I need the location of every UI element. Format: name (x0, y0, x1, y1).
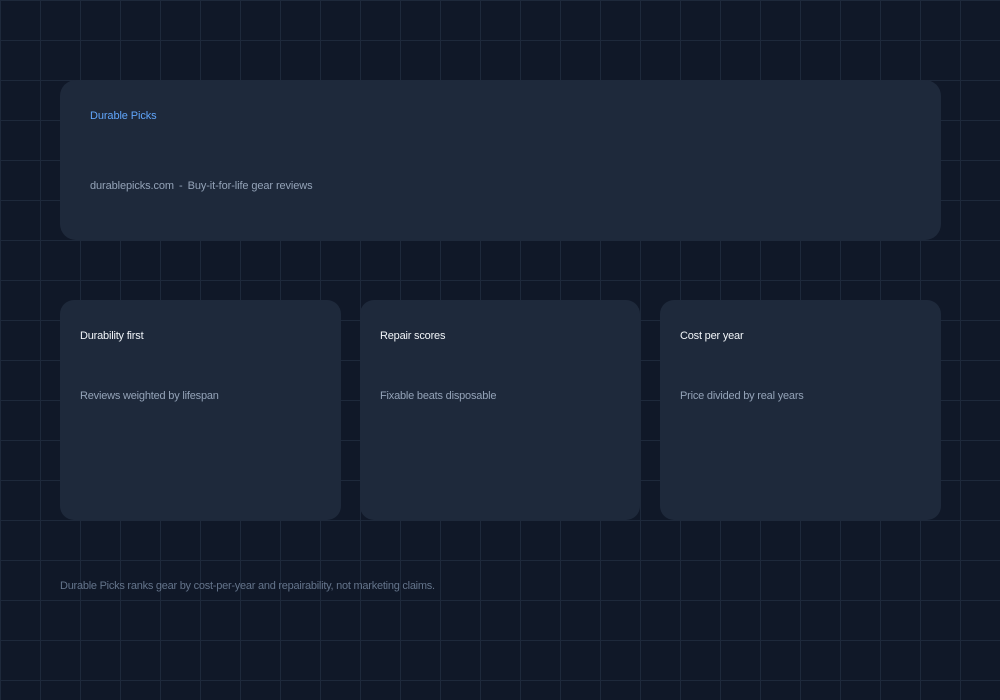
hero-panel: Durable Picks durablepicks.com - Buy-it-fo… (60, 80, 941, 240)
feature-card-body: Fixable beats disposable (380, 390, 497, 402)
brand-name: Durable Picks (90, 110, 157, 122)
feature-card-repair: Repair scores Fixable beats disposable (360, 300, 640, 520)
feature-card-body: Reviews weighted by lifespan (80, 390, 219, 402)
footer-note: Durable Picks ranks gear by cost-per-yea… (60, 580, 435, 592)
site-separator: - (179, 180, 183, 192)
feature-card-body: Price divided by real years (680, 390, 804, 402)
site-domain: durablepicks.com (90, 180, 174, 192)
feature-card-durability: Durability first Reviews weighted by lif… (60, 300, 341, 520)
feature-card-title: Cost per year (680, 330, 744, 342)
site-tagline: Buy-it-for-life gear reviews (187, 180, 313, 192)
feature-card-cost: Cost per year Price divided by real year… (660, 300, 941, 520)
site-info-line: durablepicks.com - Buy-it-for-life gear re… (90, 179, 313, 193)
feature-card-title: Repair scores (380, 330, 446, 342)
feature-card-title: Durability first (80, 330, 144, 342)
